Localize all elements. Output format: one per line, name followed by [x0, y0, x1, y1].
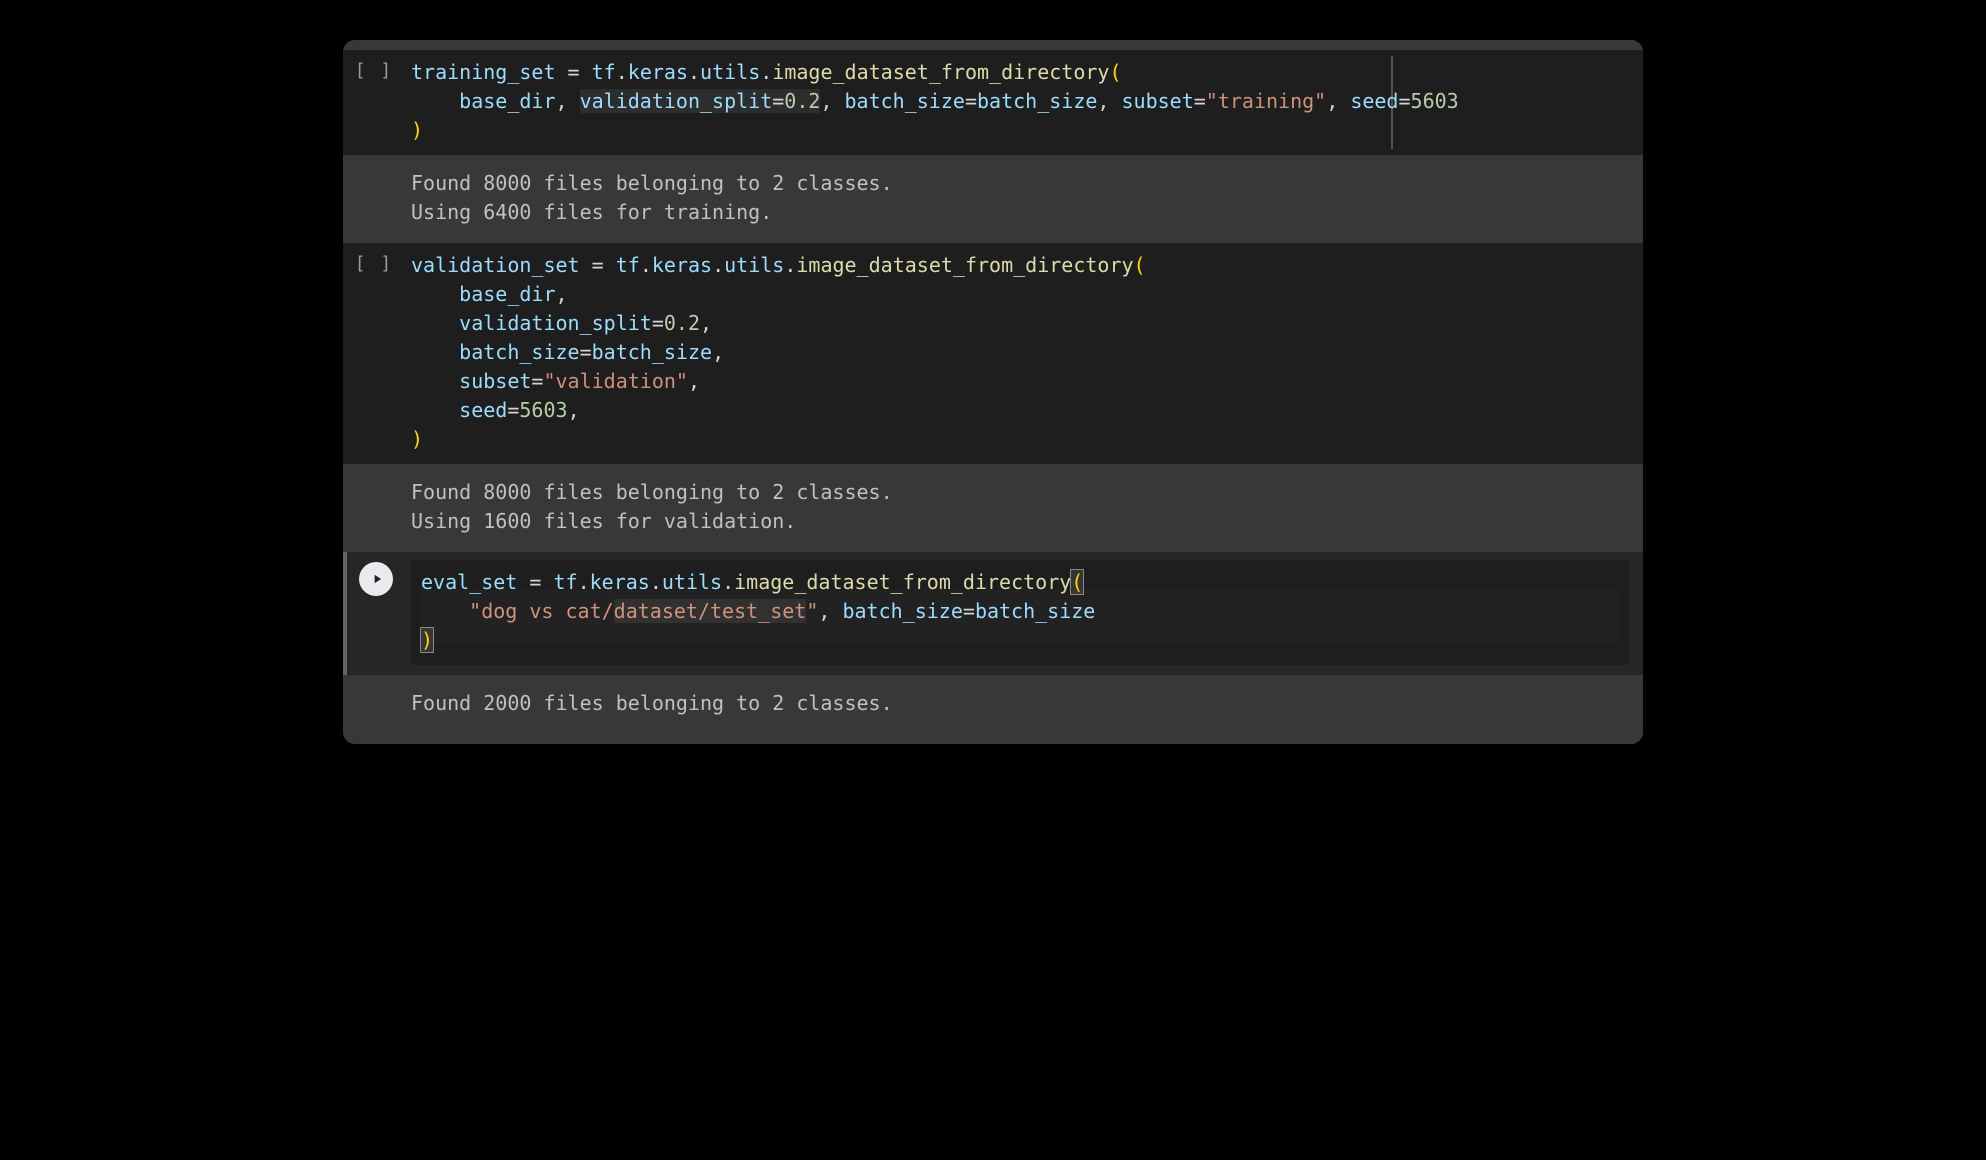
output-gutter [343, 675, 405, 734]
output-gutter [343, 464, 405, 552]
play-icon [370, 572, 384, 586]
top-spacer [343, 40, 1643, 50]
output-cell: Found 2000 files belonging to 2 classes. [343, 675, 1643, 734]
output-cell: Found 8000 files belonging to 2 classes.… [343, 155, 1643, 243]
output-cell: Found 8000 files belonging to 2 classes.… [343, 464, 1643, 552]
output-text: Found 2000 files belonging to 2 classes. [411, 689, 1629, 718]
code-cell[interactable]: [ ] validation_set = tf.keras.utils.imag… [343, 243, 1643, 464]
run-cell-button[interactable] [359, 562, 393, 596]
output-text: Found 8000 files belonging to 2 classes.… [411, 478, 1629, 536]
cell-prompt: [ ] [343, 243, 405, 464]
output-gutter [343, 155, 405, 243]
code-text[interactable]: validation_set = tf.keras.utils.image_da… [411, 251, 1629, 454]
code-text[interactable]: training_set = tf.keras.utils.image_data… [411, 58, 1629, 145]
code-cell-selected[interactable]: eval_set = tf.keras.utils.image_dataset_… [343, 552, 1643, 675]
notebook-container: [ ] training_set = tf.keras.utils.image_… [343, 40, 1643, 744]
cell-prompt: [ ] [343, 50, 405, 155]
cell-gutter [347, 552, 405, 675]
bottom-spacer [343, 734, 1643, 744]
cursor-indicator [1391, 56, 1393, 149]
code-cell[interactable]: [ ] training_set = tf.keras.utils.image_… [343, 50, 1643, 155]
code-text[interactable]: eval_set = tf.keras.utils.image_dataset_… [421, 568, 1619, 655]
output-text: Found 8000 files belonging to 2 classes.… [411, 169, 1629, 227]
